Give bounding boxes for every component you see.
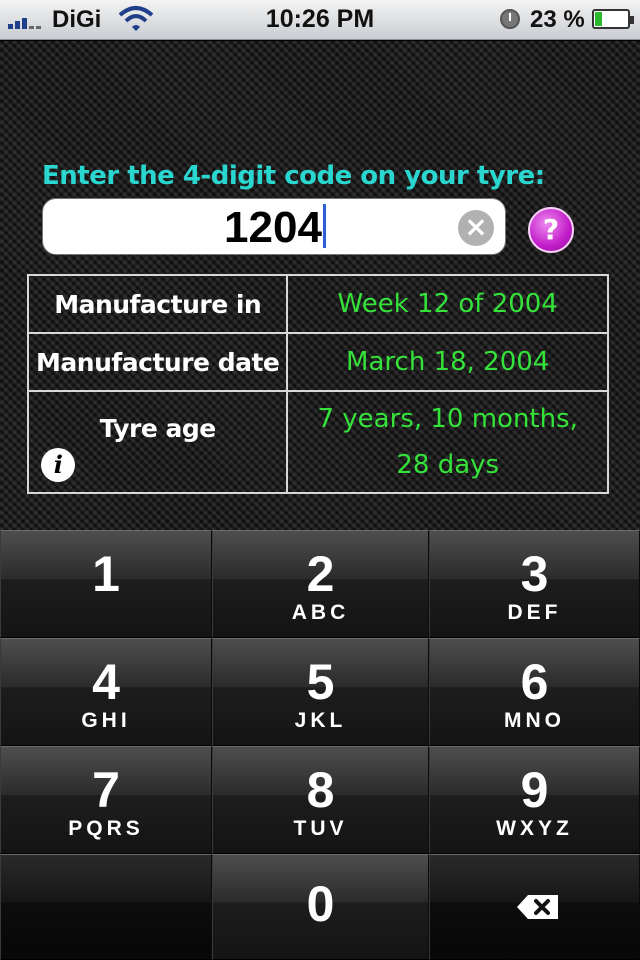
key-digit: 9 <box>520 762 549 818</box>
key-letters: MNO <box>504 709 565 732</box>
key-letters: DEF <box>507 601 562 624</box>
status-bar: DiGi 10:26 PM 23 % <box>0 0 640 40</box>
row-label: Tyre age <box>99 414 217 443</box>
manufacture-week-value: Week 12 of 2004 <box>286 274 609 334</box>
key-3[interactable]: 3 DEF <box>429 530 640 638</box>
key-blank <box>0 854 212 960</box>
info-icon[interactable]: i <box>41 448 75 482</box>
key-letters: WXYZ <box>496 817 573 840</box>
row-label: Manufacture date <box>26 332 289 392</box>
key-letters: GHI <box>81 709 131 732</box>
clear-icon[interactable]: × <box>458 210 494 246</box>
key-digit: 2 <box>306 546 335 602</box>
code-value: 1204 <box>224 203 322 252</box>
tyre-age-line2: 28 days <box>396 450 500 480</box>
battery-level <box>595 12 602 26</box>
key-4[interactable]: 4 GHI <box>0 638 212 746</box>
backspace-icon <box>517 895 558 919</box>
help-icon[interactable]: ? <box>528 207 574 253</box>
key-digit: 7 <box>92 762 120 818</box>
code-prompt: Enter the 4-digit code on your tyre: <box>42 161 545 191</box>
key-letters: JKL <box>294 709 347 732</box>
key-letters: PQRS <box>68 817 144 840</box>
row-label: Manufacture in <box>26 274 289 334</box>
table-row: Tyre age i 7 years, 10 months, 28 days <box>26 390 609 494</box>
tyre-age-value: 7 years, 10 months, 28 days <box>286 390 609 494</box>
key-digit: 5 <box>306 654 335 710</box>
key-digit: 4 <box>92 654 120 710</box>
key-1[interactable]: 1 <box>0 530 212 638</box>
tyre-age-cell: Tyre age i <box>26 390 289 494</box>
code-input[interactable]: 1204 <box>42 198 506 255</box>
key-8[interactable]: 8 TUV <box>212 746 429 854</box>
numeric-keypad: 1 2 ABC 3 DEF 4 GHI 5 JKL 6 MNO 7 PQRS 8… <box>0 530 640 960</box>
key-5[interactable]: 5 JKL <box>212 638 429 746</box>
key-9[interactable]: 9 WXYZ <box>429 746 640 854</box>
key-digit: 6 <box>520 654 549 710</box>
key-letters: ABC <box>291 601 350 624</box>
code-value-display: 1204 <box>43 203 507 253</box>
tyre-info-table: Manufacture in Week 12 of 2004 Manufactu… <box>26 274 609 494</box>
main-panel: Enter the 4-digit code on your tyre: 120… <box>0 41 640 530</box>
key-digit: 3 <box>520 546 549 602</box>
battery-percent: 23 % <box>530 6 585 33</box>
tyre-age-line1: 7 years, 10 months, <box>317 404 578 434</box>
table-row: Manufacture date March 18, 2004 <box>26 332 609 392</box>
key-letters: TUV <box>293 817 348 840</box>
manufacture-date-value: March 18, 2004 <box>286 332 609 392</box>
alarm-clock-icon <box>500 9 520 29</box>
key-0[interactable]: 0 <box>212 854 429 960</box>
key-2[interactable]: 2 ABC <box>212 530 429 638</box>
table-row: Manufacture in Week 12 of 2004 <box>26 274 609 334</box>
battery-icon <box>592 9 634 29</box>
key-6[interactable]: 6 MNO <box>429 638 640 746</box>
text-caret <box>322 204 326 248</box>
key-digit: 0 <box>306 876 335 932</box>
key-digit: 8 <box>306 762 335 818</box>
backspace-key[interactable] <box>429 854 640 960</box>
key-digit: 1 <box>92 546 120 602</box>
key-7[interactable]: 7 PQRS <box>0 746 212 854</box>
